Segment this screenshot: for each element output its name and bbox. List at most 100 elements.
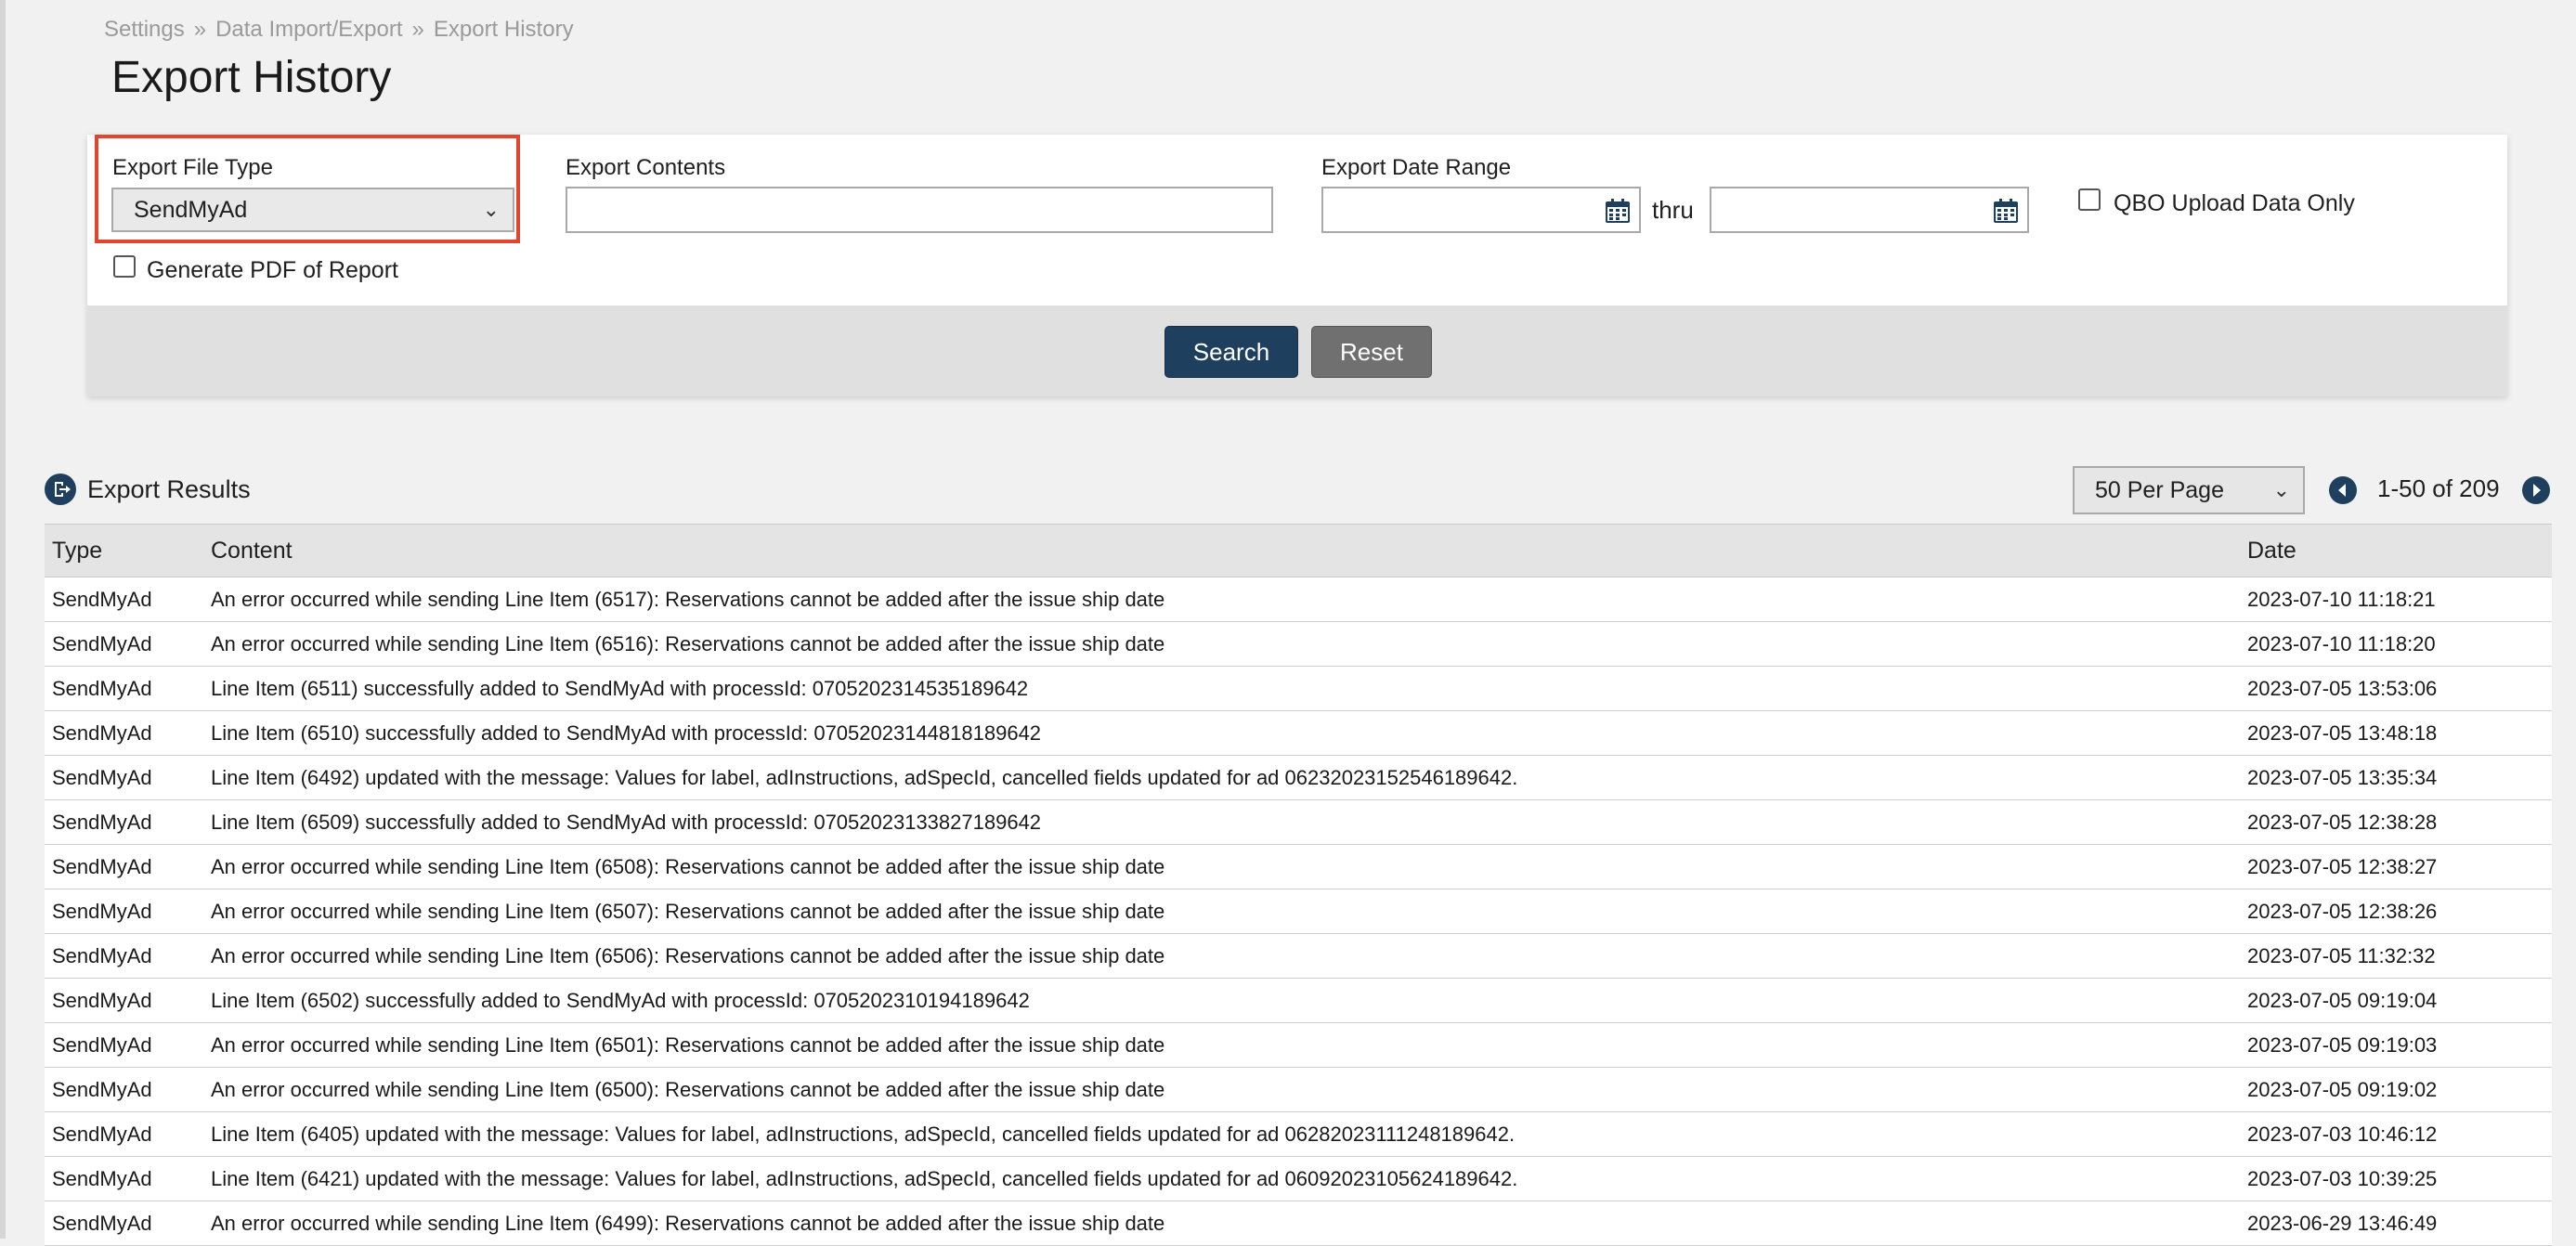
table-row[interactable]: SendMyAd An error occurred while sending … [45, 889, 2552, 934]
cell-date: 2023-07-10 11:18:21 [2240, 577, 2552, 622]
cell-type: SendMyAd [45, 577, 203, 622]
table-row[interactable]: SendMyAd An error occurred while sending … [45, 844, 2552, 889]
cell-type: SendMyAd [45, 1022, 203, 1068]
date-range-label: Export Date Range [1321, 155, 1512, 180]
table-row[interactable]: SendMyAd Line Item (6510) successfully ad… [45, 710, 2552, 756]
chevron-down-icon: ⌄ [2272, 478, 2290, 501]
cell-date: 2023-07-05 13:48:18 [2240, 710, 2552, 756]
search-button[interactable]: Search [1164, 326, 1298, 378]
cell-type: SendMyAd [45, 1201, 203, 1246]
cell-content: Line Item (6405) updated with the messag… [203, 1111, 2240, 1157]
next-page-icon[interactable] [2522, 476, 2550, 504]
results-title: Export Results [87, 474, 251, 503]
table-row[interactable]: SendMyAd An error occurred while sending … [45, 933, 2552, 979]
results-table-body: SendMyAd An error occurred while sending … [45, 577, 2552, 1246]
per-page-value: 50 Per Page [2095, 476, 2224, 503]
generate-pdf-label[interactable]: Generate PDF of Report [147, 257, 398, 284]
results-table: Type Content Date SendMyAd An error occur… [45, 524, 2552, 1246]
cell-content: Line Item (6492) updated with the messag… [203, 755, 2240, 800]
window-edge [0, 0, 6, 1239]
breadcrumb-data-import-export[interactable]: Data Import/Export [215, 17, 402, 43]
cell-content: Line Item (6510) successfully added to S… [203, 710, 2240, 756]
cell-type: SendMyAd [45, 933, 203, 979]
calendar-icon[interactable] [1604, 197, 1632, 225]
page-title: Export History [111, 53, 392, 102]
file-type-label: Export File Type [112, 155, 273, 180]
cell-content: Line Item (6421) updated with the messag… [203, 1156, 2240, 1201]
cell-type: SendMyAd [45, 844, 203, 889]
cell-date: 2023-07-05 11:32:32 [2240, 933, 2552, 979]
cell-content: An error occurred while sending Line Ite… [203, 1022, 2240, 1068]
qbo-checkbox[interactable] [2078, 188, 2101, 211]
cell-date: 2023-07-03 10:39:25 [2240, 1156, 2552, 1201]
cell-content: Line Item (6511) successfully added to S… [203, 666, 2240, 711]
cell-content: An error occurred while sending Line Ite… [203, 1067, 2240, 1112]
cell-type: SendMyAd [45, 710, 203, 756]
cell-date: 2023-07-05 12:38:27 [2240, 844, 2552, 889]
table-row[interactable]: SendMyAd An error occurred while sending … [45, 621, 2552, 667]
breadcrumb-separator: » [411, 17, 424, 42]
results-header: Export Results [45, 474, 251, 505]
cell-type: SendMyAd [45, 755, 203, 800]
cell-date: 2023-07-05 09:19:03 [2240, 1022, 2552, 1068]
table-row[interactable]: SendMyAd An error occurred while sending … [45, 1022, 2552, 1068]
per-page-select[interactable]: 50 Per Page ⌄ [2073, 466, 2305, 514]
cell-date: 2023-07-10 11:18:20 [2240, 621, 2552, 667]
column-header-type[interactable]: Type [45, 524, 203, 578]
date-to-input[interactable] [1710, 187, 2029, 233]
cell-content: Line Item (6502) successfully added to S… [203, 978, 2240, 1023]
cell-date: 2023-06-29 13:46:49 [2240, 1201, 2552, 1246]
file-type-select[interactable]: SendMyAd ⌄ [111, 188, 514, 232]
breadcrumb-separator: » [193, 17, 207, 42]
cell-type: SendMyAd [45, 1067, 203, 1112]
table-row[interactable]: SendMyAd An error occurred while sending … [45, 1201, 2552, 1246]
breadcrumb-export-history: Export History [433, 17, 574, 42]
generate-pdf-checkbox[interactable] [113, 255, 136, 278]
cell-content: Line Item (6509) successfully added to S… [203, 799, 2240, 845]
table-row[interactable]: SendMyAd Line Item (6511) successfully ad… [45, 666, 2552, 711]
cell-content: An error occurred while sending Line Ite… [203, 577, 2240, 622]
table-header-row: Type Content Date [45, 524, 2552, 578]
date-from-input[interactable] [1321, 187, 1641, 233]
cell-content: An error occurred while sending Line Ite… [203, 844, 2240, 889]
export-contents-label: Export Contents [566, 155, 726, 180]
cell-date: 2023-07-03 10:46:12 [2240, 1111, 2552, 1157]
reset-button[interactable]: Reset [1311, 326, 1432, 378]
cell-date: 2023-07-05 09:19:04 [2240, 978, 2552, 1023]
qbo-label[interactable]: QBO Upload Data Only [2114, 190, 2355, 217]
cell-date: 2023-07-05 13:35:34 [2240, 755, 2552, 800]
cell-type: SendMyAd [45, 1111, 203, 1157]
previous-page-icon[interactable] [2329, 476, 2357, 504]
cell-date: 2023-07-05 12:38:26 [2240, 889, 2552, 934]
table-row[interactable]: SendMyAd An error occurred while sending … [45, 577, 2552, 622]
table-row[interactable]: SendMyAd Line Item (6405) updated with th… [45, 1111, 2552, 1157]
cell-type: SendMyAd [45, 1156, 203, 1201]
column-header-content[interactable]: Content [203, 524, 2240, 578]
filter-panel: Export File Type SendMyAd ⌄ Export Conte… [87, 135, 2507, 396]
table-row[interactable]: SendMyAd An error occurred while sending … [45, 1067, 2552, 1112]
table-row[interactable]: SendMyAd Line Item (6492) updated with th… [45, 755, 2552, 800]
cell-date: 2023-07-05 12:38:28 [2240, 799, 2552, 845]
column-header-date[interactable]: Date [2240, 524, 2552, 578]
table-row[interactable]: SendMyAd Line Item (6421) updated with th… [45, 1156, 2552, 1201]
breadcrumb-settings[interactable]: Settings [104, 17, 185, 43]
cell-content: An error occurred while sending Line Ite… [203, 933, 2240, 979]
calendar-icon[interactable] [1992, 197, 2020, 225]
pagination-range: 1-50 of 209 [2377, 474, 2500, 502]
cell-type: SendMyAd [45, 799, 203, 845]
cell-type: SendMyAd [45, 666, 203, 711]
cell-date: 2023-07-05 13:53:06 [2240, 666, 2552, 711]
thru-label: thru [1652, 196, 1694, 224]
cell-content: An error occurred while sending Line Ite… [203, 889, 2240, 934]
chevron-down-icon: ⌄ [482, 198, 500, 221]
breadcrumb: Settings » Data Import/Export » Export H… [104, 17, 574, 43]
cell-type: SendMyAd [45, 978, 203, 1023]
export-contents-input[interactable] [566, 187, 1273, 233]
export-icon [45, 474, 76, 505]
file-type-value: SendMyAd [134, 196, 248, 223]
table-row[interactable]: SendMyAd Line Item (6502) successfully ad… [45, 978, 2552, 1023]
cell-content: An error occurred while sending Line Ite… [203, 1201, 2240, 1246]
cell-date: 2023-07-05 09:19:02 [2240, 1067, 2552, 1112]
table-row[interactable]: SendMyAd Line Item (6509) successfully ad… [45, 799, 2552, 845]
cell-content: An error occurred while sending Line Ite… [203, 621, 2240, 667]
